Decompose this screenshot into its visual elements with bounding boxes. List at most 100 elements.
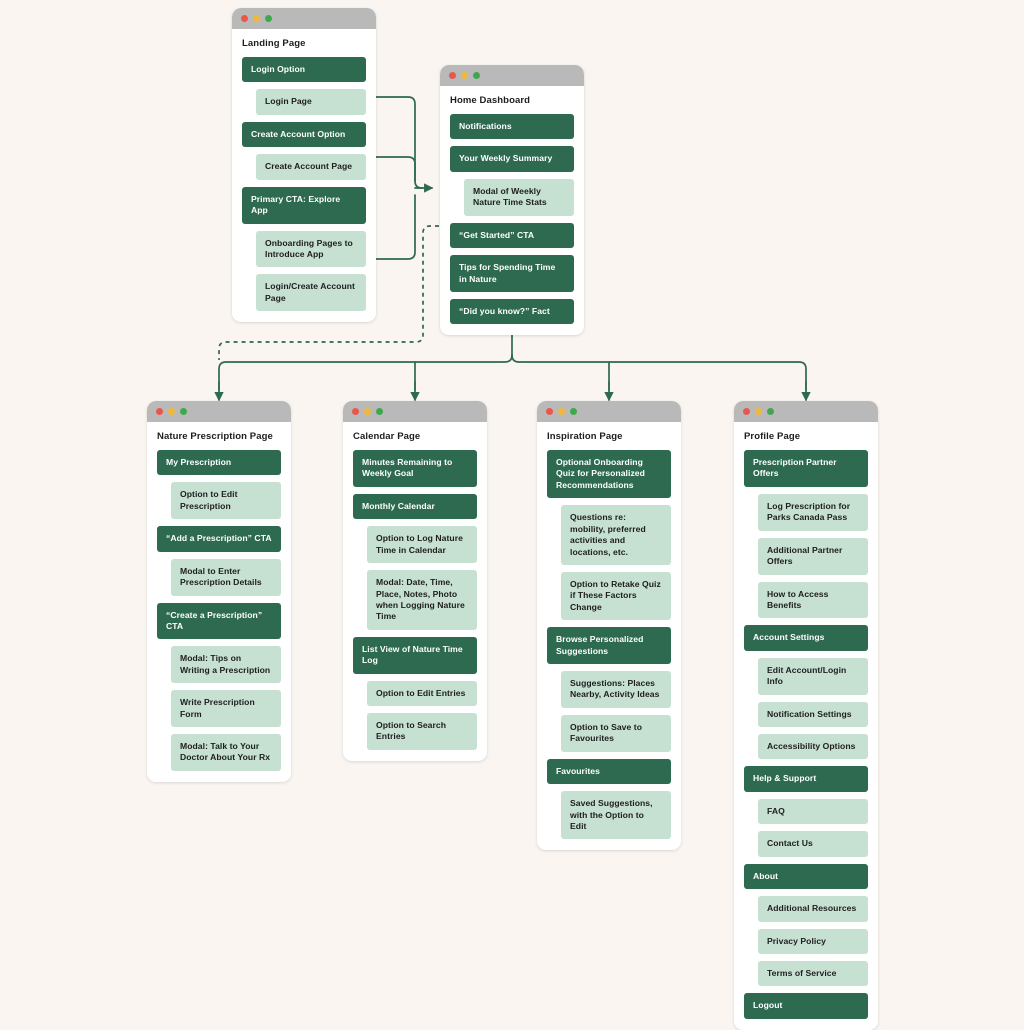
page-title: Landing Page xyxy=(242,38,306,49)
node-about[interactable]: About xyxy=(744,863,868,890)
minimize-icon[interactable] xyxy=(755,408,762,415)
maximize-icon[interactable] xyxy=(376,408,383,415)
window-landing-page[interactable]: Landing Page Login Option Login Page Cre… xyxy=(232,8,376,323)
close-icon[interactable] xyxy=(156,408,163,415)
node-log-prescription-parks-canada-pass[interactable]: Log Prescription for Parks Canada Pass xyxy=(758,493,868,531)
window-home-dashboard[interactable]: Home Dashboard Notifications Your Weekly… xyxy=(440,65,584,336)
window-body: Calendar Page Minutes Remaining to Weekl… xyxy=(343,422,487,761)
node-account-settings[interactable]: Account Settings xyxy=(744,625,868,651)
close-icon[interactable] xyxy=(449,72,456,79)
node-option-save-to-favourites[interactable]: Option to Save to Favourites xyxy=(561,714,671,752)
close-icon[interactable] xyxy=(546,408,553,415)
node-faq[interactable]: FAQ xyxy=(758,798,868,825)
node-notification-settings[interactable]: Notification Settings xyxy=(758,701,868,728)
window-body: Profile Page Prescription Partner Offers… xyxy=(734,422,878,1030)
flowchart-canvas: Landing Page Login Option Login Page Cre… xyxy=(0,0,1024,1030)
node-login-page[interactable]: Login Page xyxy=(256,89,366,115)
node-additional-resources[interactable]: Additional Resources xyxy=(758,896,868,922)
node-privacy-policy[interactable]: Privacy Policy xyxy=(758,928,868,955)
window-inspiration-page[interactable]: Inspiration Page Optional Onboarding Qui… xyxy=(537,401,681,851)
page-title: Nature Prescription Page xyxy=(157,431,273,442)
node-get-started-cta[interactable]: “Get Started” CTA xyxy=(450,222,574,249)
node-help-and-support[interactable]: Help & Support xyxy=(744,766,868,792)
window-titlebar xyxy=(537,401,681,422)
page-title: Inspiration Page xyxy=(547,431,623,442)
window-profile-page[interactable]: Profile Page Prescription Partner Offers… xyxy=(734,401,878,1030)
node-create-account-page[interactable]: Create Account Page xyxy=(256,154,366,180)
page-title: Profile Page xyxy=(744,431,801,442)
connector-bus-right xyxy=(511,354,807,391)
window-nature-prescription-page[interactable]: Nature Prescription Page My Prescription… xyxy=(147,401,291,782)
node-additional-partner-offers[interactable]: Additional Partner Offers xyxy=(758,537,868,575)
maximize-icon[interactable] xyxy=(265,15,272,22)
close-icon[interactable] xyxy=(352,408,359,415)
node-option-log-nature-time[interactable]: Option to Log Nature Time in Calendar xyxy=(367,526,477,564)
window-body: Home Dashboard Notifications Your Weekly… xyxy=(440,86,584,335)
node-monthly-calendar[interactable]: Monthly Calendar xyxy=(353,493,477,520)
node-option-to-edit-prescription[interactable]: Option to Edit Prescription xyxy=(171,482,281,520)
maximize-icon[interactable] xyxy=(767,408,774,415)
node-minutes-remaining-weekly-goal[interactable]: Minutes Remaining to Weekly Goal xyxy=(353,450,477,487)
node-quiz-questions[interactable]: Questions re: mobility, preferred activi… xyxy=(561,505,671,565)
node-option-retake-quiz[interactable]: Option to Retake Quiz if These Factors C… xyxy=(561,571,671,621)
window-calendar-page[interactable]: Calendar Page Minutes Remaining to Weekl… xyxy=(343,401,487,761)
maximize-icon[interactable] xyxy=(473,72,480,79)
node-my-prescription[interactable]: My Prescription xyxy=(157,450,281,476)
node-logout[interactable]: Logout xyxy=(744,993,868,1019)
connector-bus-left xyxy=(218,354,513,391)
maximize-icon[interactable] xyxy=(180,408,187,415)
node-terms-of-service[interactable]: Terms of Service xyxy=(758,961,868,987)
node-optional-onboarding-quiz[interactable]: Optional Onboarding Quiz for Personalize… xyxy=(547,450,671,499)
node-notifications[interactable]: Notifications xyxy=(450,114,574,140)
node-add-a-prescription-cta[interactable]: “Add a Prescription” CTA xyxy=(157,526,281,552)
node-modal-weekly-nature-time-stats[interactable]: Modal of Weekly Nature Time Stats xyxy=(464,178,574,216)
node-favourites[interactable]: Favourites xyxy=(547,758,671,785)
connector-create-account-page xyxy=(371,156,416,182)
node-create-a-prescription-cta[interactable]: “Create a Prescription” CTA xyxy=(157,602,281,640)
node-edit-account-login-info[interactable]: Edit Account/Login Info xyxy=(758,657,868,695)
node-modal-tips-writing-prescription[interactable]: Modal: Tips on Writing a Prescription xyxy=(171,646,281,684)
connector-login-create-account-page xyxy=(371,194,416,260)
node-create-account-option[interactable]: Create Account Option xyxy=(242,121,366,148)
minimize-icon[interactable] xyxy=(364,408,371,415)
node-tips-for-spending-time-in-nature[interactable]: Tips for Spending Time in Nature xyxy=(450,255,574,292)
close-icon[interactable] xyxy=(743,408,750,415)
node-primary-cta-explore-app[interactable]: Primary CTA: Explore App xyxy=(242,186,366,224)
minimize-icon[interactable] xyxy=(253,15,260,22)
window-body: Nature Prescription Page My Prescription… xyxy=(147,422,291,782)
connector-login-page xyxy=(371,96,423,189)
node-option-to-edit-entries[interactable]: Option to Edit Entries xyxy=(367,680,477,707)
window-titlebar xyxy=(232,8,376,29)
node-your-weekly-summary[interactable]: Your Weekly Summary xyxy=(450,146,574,172)
window-titlebar xyxy=(734,401,878,422)
node-onboarding-pages[interactable]: Onboarding Pages to Introduce App xyxy=(256,230,366,268)
node-modal-log-nature-time-details[interactable]: Modal: Date, Time, Place, Notes, Photo w… xyxy=(367,570,477,630)
window-body: Landing Page Login Option Login Page Cre… xyxy=(232,29,376,322)
node-how-to-access-benefits[interactable]: How to Access Benefits xyxy=(758,581,868,619)
node-saved-suggestions[interactable]: Saved Suggestions, with the Option to Ed… xyxy=(561,791,671,840)
node-browse-personalized-suggestions[interactable]: Browse Personalized Suggestions xyxy=(547,627,671,665)
node-login-option[interactable]: Login Option xyxy=(242,57,366,83)
node-prescription-partner-offers[interactable]: Prescription Partner Offers xyxy=(744,450,868,487)
node-accessibility-options[interactable]: Accessibility Options xyxy=(758,734,868,760)
node-option-to-search-entries[interactable]: Option to Search Entries xyxy=(367,713,477,750)
minimize-icon[interactable] xyxy=(461,72,468,79)
maximize-icon[interactable] xyxy=(570,408,577,415)
window-titlebar xyxy=(147,401,291,422)
close-icon[interactable] xyxy=(241,15,248,22)
window-titlebar xyxy=(440,65,584,86)
node-login-create-account-page[interactable]: Login/Create Account Page xyxy=(256,274,366,312)
window-titlebar xyxy=(343,401,487,422)
node-write-prescription-form[interactable]: Write Prescription Form xyxy=(171,690,281,728)
node-modal-enter-prescription-details[interactable]: Modal to Enter Prescription Details xyxy=(171,558,281,596)
node-did-you-know-fact[interactable]: “Did you know?” Fact xyxy=(450,298,574,325)
node-list-view-nature-time-log[interactable]: List View of Nature Time Log xyxy=(353,636,477,674)
node-contact-us[interactable]: Contact Us xyxy=(758,831,868,857)
node-suggestions-places-nearby[interactable]: Suggestions: Places Nearby, Activity Ide… xyxy=(561,671,671,708)
minimize-icon[interactable] xyxy=(168,408,175,415)
window-body: Inspiration Page Optional Onboarding Qui… xyxy=(537,422,681,850)
page-title: Home Dashboard xyxy=(450,95,531,106)
node-modal-talk-to-your-doctor[interactable]: Modal: Talk to Your Doctor About Your Rx xyxy=(171,734,281,771)
page-title: Calendar Page xyxy=(353,431,421,442)
minimize-icon[interactable] xyxy=(558,408,565,415)
